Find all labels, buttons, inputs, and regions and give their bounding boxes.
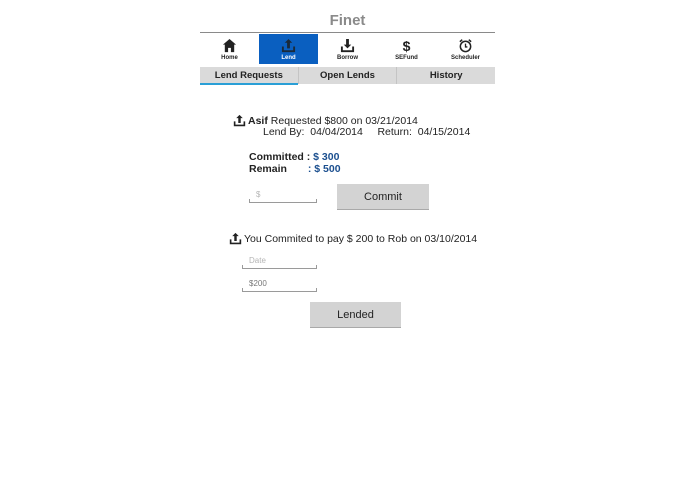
nav-home-label: Home — [221, 55, 238, 61]
lend-icon — [229, 232, 242, 245]
app-title: Finet — [329, 12, 366, 29]
nav-scheduler[interactable]: Scheduler — [436, 34, 495, 64]
nav-sefund-label: SEFund — [395, 55, 418, 61]
payment-summary: You Commited to pay $ 200 to Rob on 03/1… — [229, 232, 477, 245]
lend-by-date: 04/04/2014 — [310, 126, 363, 138]
tab-lend-requests[interactable]: Lend Requests — [200, 67, 299, 84]
return-label: Return: — [377, 126, 412, 138]
main-nav: Home Lend Borrow $ SEFund Scheduler — [200, 34, 495, 64]
commit-button[interactable]: Commit — [337, 184, 429, 210]
lended-button[interactable]: Lended — [310, 302, 401, 328]
request-dates: Lend By: 04/04/2014 Return: 04/15/2014 — [263, 126, 470, 138]
field-tick — [316, 199, 317, 203]
nav-lend[interactable]: Lend — [259, 34, 318, 64]
tab-open-lends[interactable]: Open Lends — [299, 67, 398, 84]
field-tick — [242, 265, 243, 269]
lend-icon — [233, 114, 246, 127]
svg-text:$: $ — [403, 38, 411, 53]
nav-borrow-label: Borrow — [337, 55, 358, 61]
nav-borrow[interactable]: Borrow — [318, 34, 377, 64]
borrow-icon — [340, 38, 355, 53]
active-tab-indicator — [200, 83, 298, 85]
return-date: 04/15/2014 — [417, 126, 471, 138]
home-icon — [222, 38, 237, 53]
payment-text: You Commited to pay $ 200 to Rob on 03/1… — [244, 232, 478, 245]
nav-lend-label: Lend — [281, 55, 296, 61]
committed-row: Committed : $ 300 — [249, 151, 339, 163]
field-tick — [316, 265, 317, 269]
remain-label: Remain — [249, 163, 287, 175]
clock-icon — [459, 39, 472, 53]
title-divider — [200, 32, 495, 33]
dollar-icon: $ — [403, 38, 411, 53]
remain-row: Remain : $ 500 — [249, 163, 341, 175]
requester-name: Asif — [248, 114, 268, 127]
remain-value: : $ 500 — [307, 163, 341, 175]
nav-home[interactable]: Home — [200, 34, 259, 64]
payment-amount-input[interactable] — [242, 277, 317, 292]
lend-icon — [281, 38, 296, 53]
committed-value: $ 300 — [313, 151, 340, 163]
committed-label: Committed : — [249, 151, 311, 163]
tab-history[interactable]: History — [397, 67, 495, 84]
nav-scheduler-label: Scheduler — [450, 55, 480, 61]
field-tick — [249, 199, 250, 203]
nav-sefund[interactable]: $ SEFund — [377, 34, 436, 64]
request-text: Requested $800 on 03/21/2014 — [270, 114, 418, 127]
date-input[interactable] — [242, 254, 317, 269]
field-tick — [242, 288, 243, 292]
lend-by-label: Lend By: — [263, 126, 305, 138]
commit-amount-input[interactable] — [249, 188, 317, 203]
field-tick — [316, 288, 317, 292]
sub-tabs: Lend Requests Open Lends History — [200, 67, 495, 84]
